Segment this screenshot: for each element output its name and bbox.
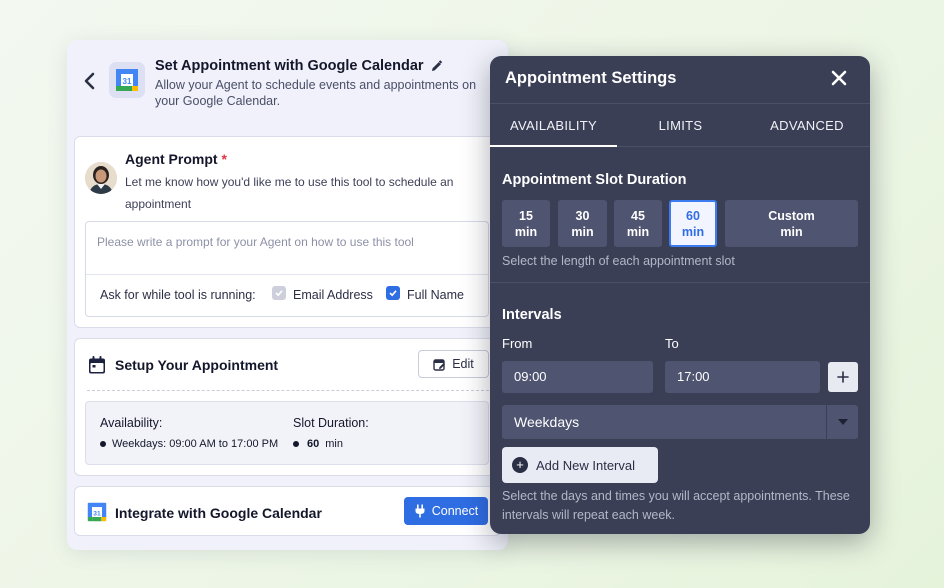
connect-button[interactable]: Connect	[404, 497, 488, 525]
intervals-title: Intervals	[502, 307, 562, 323]
required-mark: *	[221, 151, 227, 167]
slot-duration-label: Slot Duration:	[293, 416, 369, 430]
google-calendar-icon: 31	[116, 69, 138, 91]
divider	[87, 390, 489, 391]
divider	[490, 282, 870, 283]
to-time-input[interactable]: 17:00	[665, 361, 820, 393]
pencil-icon[interactable]	[430, 59, 443, 73]
email-address-checkbox[interactable]	[272, 286, 286, 300]
edit-calendar-icon	[433, 358, 446, 371]
plus-circle-icon: +	[512, 457, 528, 473]
agent-avatar	[85, 162, 117, 194]
svg-text:31: 31	[123, 77, 132, 86]
dialog-title: Appointment Settings	[505, 69, 677, 87]
slot-option-custom[interactable]: Custom min	[725, 200, 858, 247]
tab-advanced[interactable]: ADVANCED	[744, 105, 870, 147]
edit-button[interactable]: Edit	[418, 350, 489, 378]
availability-summary: Availability: Weekdays: 09:00 AM to 17:0…	[85, 401, 489, 465]
ask-label: Ask for while tool is running:	[100, 288, 256, 302]
slot-option-45[interactable]: 45 min	[614, 200, 662, 247]
tab-availability[interactable]: AVAILABILITY	[490, 105, 617, 147]
slot-option-60[interactable]: 60 min	[669, 200, 717, 247]
agent-prompt-title: Agent Prompt *	[125, 151, 227, 167]
settings-tabs: AVAILABILITY LIMITS ADVANCED	[490, 105, 870, 147]
from-time-input[interactable]: 09:00	[502, 361, 653, 393]
availability-value: Weekdays: 09:00 AM to 17:00 PM	[100, 438, 278, 450]
add-time-button[interactable]	[828, 362, 858, 392]
slot-option-15[interactable]: 15 min	[502, 200, 550, 247]
slot-duration-title: Appointment Slot Duration	[502, 172, 687, 188]
google-calendar-tile: 31	[109, 62, 145, 98]
agent-prompt-panel: Agent Prompt * Let me know how you'd lik…	[74, 136, 501, 328]
page-description: Allow your Agent to schedule events and …	[155, 78, 477, 108]
agent-prompt-text: Let me know how you'd like me to use thi…	[125, 175, 454, 211]
page-title: Set Appointment with Google Calendar	[155, 58, 443, 74]
google-calendar-icon: 31	[87, 502, 107, 522]
dialog-header: Appointment Settings	[490, 56, 870, 104]
close-icon[interactable]	[830, 69, 848, 87]
intervals-hint: Select the days and times you will accep…	[502, 489, 850, 522]
calendar-icon	[87, 355, 107, 375]
slot-duration-value: 60 min	[293, 438, 343, 450]
integrate-title: Integrate with Google Calendar	[115, 505, 322, 521]
add-new-interval-button[interactable]: + Add New Interval	[502, 447, 658, 483]
slot-duration-hint: Select the length of each appointment sl…	[502, 254, 735, 268]
availability-label: Availability:	[100, 416, 163, 430]
setup-title: Setup Your Appointment	[115, 357, 279, 373]
back-arrow-icon[interactable]	[81, 70, 99, 92]
plus-icon	[837, 371, 849, 383]
chevron-down-icon[interactable]	[826, 405, 858, 439]
email-address-label: Email Address	[293, 288, 373, 302]
plug-icon	[415, 504, 425, 518]
integrate-panel: 31 Integrate with Google Calendar Connec…	[74, 486, 501, 536]
tab-limits[interactable]: LIMITS	[617, 105, 744, 147]
slot-option-30[interactable]: 30 min	[558, 200, 607, 247]
to-label: To	[665, 336, 679, 351]
setup-appointment-panel: Setup Your Appointment Edit Availability…	[74, 338, 501, 476]
full-name-checkbox[interactable]	[386, 286, 400, 300]
svg-text:31: 31	[93, 510, 101, 517]
days-select[interactable]: Weekdays	[502, 405, 858, 439]
prompt-box: Please write a prompt for your Agent on …	[85, 221, 489, 317]
from-label: From	[502, 336, 533, 351]
full-name-label: Full Name	[407, 288, 464, 302]
appointment-settings-dialog: Appointment Settings AVAILABILITY LIMITS…	[490, 56, 870, 534]
prompt-input[interactable]: Please write a prompt for your Agent on …	[97, 235, 414, 249]
card-header: 31 Set Appointment with Google Calendar …	[67, 40, 508, 136]
active-tab-indicator	[490, 145, 617, 147]
divider	[86, 274, 488, 275]
tool-config-card: 31 Set Appointment with Google Calendar …	[67, 40, 508, 550]
